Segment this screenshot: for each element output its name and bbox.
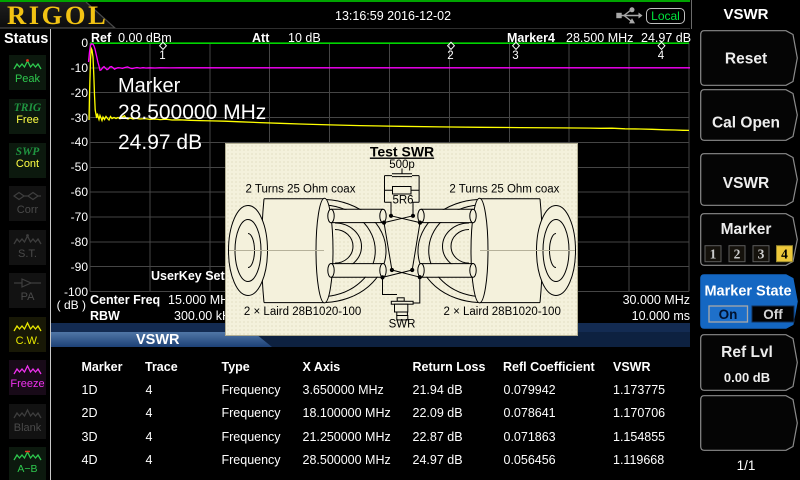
svg-text:2 Turns 25 Ohm coax: 2 Turns 25 Ohm coax bbox=[245, 184, 355, 196]
svg-text:3: 3 bbox=[512, 50, 518, 62]
svg-text:5R6: 5R6 bbox=[392, 195, 413, 207]
svg-text:Reset: Reset bbox=[725, 51, 767, 68]
svg-text:Marker: Marker bbox=[721, 221, 772, 238]
svg-text:1: 1 bbox=[710, 247, 717, 262]
svg-text:2: 2 bbox=[734, 247, 741, 262]
svg-text:Ref Lvl: Ref Lvl bbox=[721, 344, 773, 361]
svg-text:2: 2 bbox=[447, 50, 453, 62]
svg-text:Marker State: Marker State bbox=[704, 284, 791, 300]
svg-text:4: 4 bbox=[781, 247, 788, 262]
svg-text:500p: 500p bbox=[389, 159, 415, 171]
svg-text:2 × Laird 28B1020-100: 2 × Laird 28B1020-100 bbox=[443, 306, 560, 318]
svg-text:0.00 dB: 0.00 dB bbox=[724, 370, 770, 385]
svg-text:Off: Off bbox=[763, 307, 783, 322]
svg-text:Test SWR: Test SWR bbox=[369, 144, 433, 160]
svg-text:3: 3 bbox=[758, 247, 765, 262]
svg-text:2 Turns 25 Ohm coax: 2 Turns 25 Ohm coax bbox=[449, 184, 559, 196]
svg-text:4: 4 bbox=[658, 50, 665, 62]
svg-text:SWR: SWR bbox=[388, 319, 415, 331]
svg-text:2 × Laird 28B1020-100: 2 × Laird 28B1020-100 bbox=[243, 306, 360, 318]
svg-text:On: On bbox=[719, 307, 738, 322]
svg-text:Cal Open: Cal Open bbox=[712, 115, 780, 132]
svg-text:1: 1 bbox=[159, 50, 165, 62]
svg-text:VSWR: VSWR bbox=[723, 175, 770, 192]
